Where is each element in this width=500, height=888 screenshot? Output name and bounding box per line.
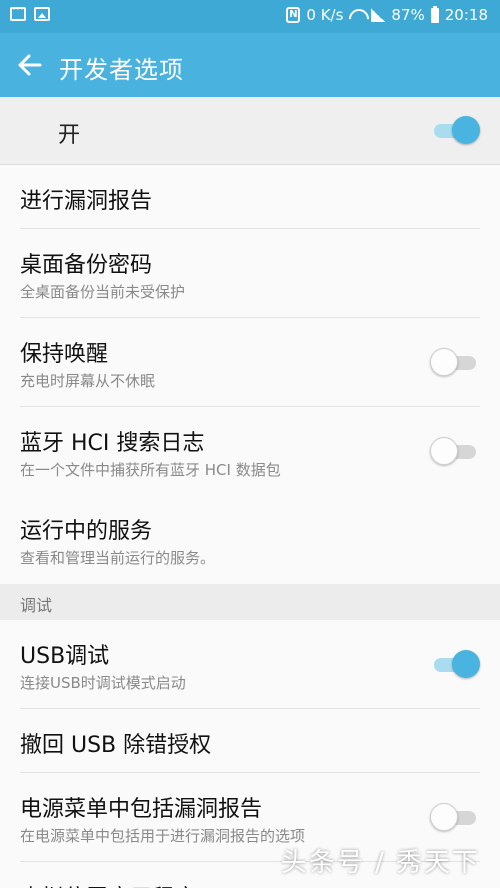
setting-stay-awake[interactable]: 保持唤醒 充电时屏幕从不休眠 [0,318,500,407]
setting-title: 运行中的服务 [20,519,153,544]
setting-title: 进行漏洞报告 [20,189,153,214]
master-switch-row[interactable]: 开 [0,97,500,165]
battery-percent: 87% [391,6,425,24]
wifi-icon [349,9,365,21]
power-menu-bug-report-toggle[interactable] [430,801,478,833]
setting-desktop-backup-password[interactable]: 桌面备份密码 全桌面备份当前未受保护 [0,229,500,318]
setting-subtitle: 在一个文件中捕获所有蓝牙 HCI 数据包 [20,461,281,479]
usb-debugging-toggle[interactable] [432,648,480,680]
master-switch-label: 开 [58,123,81,148]
watermark: 头条号 / 秀天下 [280,848,480,878]
master-switch-toggle[interactable] [432,114,480,146]
setting-subtitle: 在电源菜单中包括用于进行漏洞报告的选项 [20,827,306,845]
image-icon [34,7,50,21]
setting-running-services[interactable]: 运行中的服务 查看和管理当前运行的服务。 [0,495,500,584]
setting-subtitle: 查看和管理当前运行的服务。 [20,549,216,567]
setting-usb-debugging[interactable]: USB调试 连接USB时调试模式启动 [0,620,500,709]
message-icon [10,3,26,21]
setting-bluetooth-hci-log[interactable]: 蓝牙 HCI 搜索日志 在一个文件中捕获所有蓝牙 HCI 数据包 [0,407,500,495]
section-header-label: 调试 [20,596,53,615]
setting-title: 桌面备份密码 [20,253,153,278]
signal-icon [371,8,386,22]
setting-revoke-usb-authorization[interactable]: 撤回 USB 除错授权 [0,709,500,773]
setting-title: 电源菜单中包括漏洞报告 [20,797,263,822]
setting-title: USB调试 [20,644,110,669]
clock: 20:18 [444,6,488,24]
setting-subtitle: 充电时屏幕从不休眠 [20,372,156,390]
setting-title: 撤回 USB 除错授权 [20,733,212,758]
page-title: 开发者选项 [59,56,184,84]
app-bar: 开发者选项 [0,33,500,97]
setting-title: 保持唤醒 [20,342,109,367]
nfc-icon: N [286,7,301,23]
setting-subtitle: 全桌面备份当前未受保护 [20,283,186,301]
section-header-debug: 调试 [0,584,500,620]
battery-icon [430,5,439,23]
status-bar: N 0 K/s 87% 20:18 [0,0,500,33]
setting-bug-report[interactable]: 进行漏洞报告 [0,165,500,229]
bluetooth-hci-log-toggle[interactable] [430,435,478,467]
setting-subtitle: 连接USB时调试模式启动 [20,674,186,692]
arrow-left-icon[interactable] [16,51,44,79]
setting-title: 蓝牙 HCI 搜索日志 [20,431,205,456]
network-speed: 0 K/s [306,6,344,24]
setting-title: 虚拟位置应用程序 [20,880,196,888]
stay-awake-toggle[interactable] [430,346,478,378]
